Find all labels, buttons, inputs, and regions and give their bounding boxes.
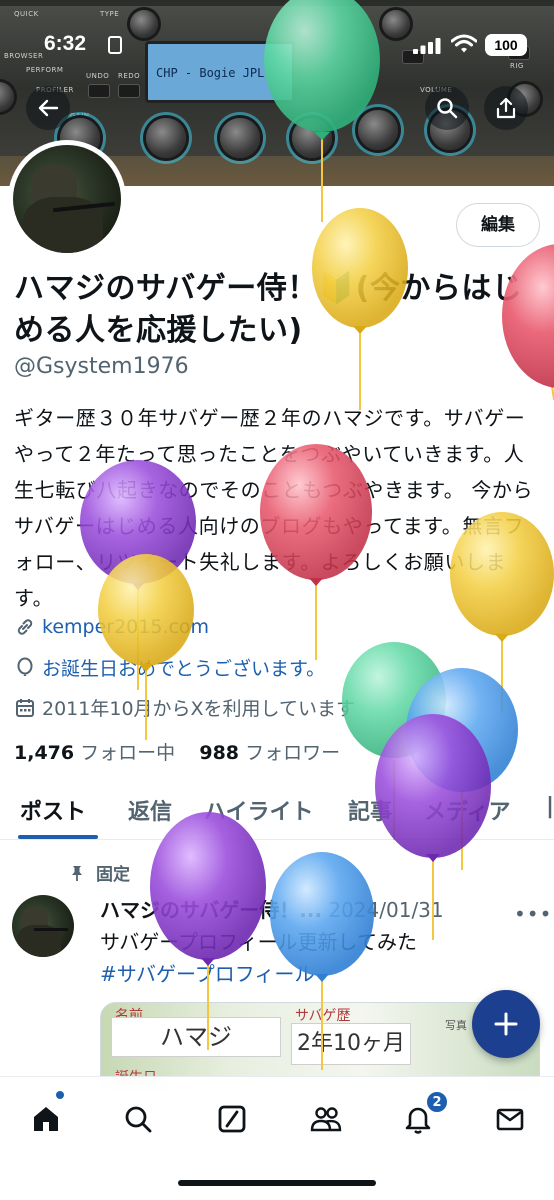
profile-name: ハマジのサバゲー侍！🔰(今からはじめる人を応援したい) <box>14 271 523 348</box>
signal-icon <box>413 38 441 54</box>
home-icon <box>34 1107 58 1131</box>
grok-icon <box>218 1105 246 1133</box>
nav-search[interactable] <box>118 1099 158 1139</box>
tab-replies[interactable]: 返信 <box>128 794 172 826</box>
following-count: 1,476 <box>14 742 75 764</box>
arrow-left-icon <box>38 99 59 117</box>
search-icon <box>437 98 458 119</box>
following-label: フォロー中 <box>80 742 176 764</box>
edit-profile-button[interactable]: 編集 <box>456 203 540 247</box>
share-button[interactable] <box>484 86 528 130</box>
following-link[interactable]: 1,476 フォロー中 <box>14 742 175 764</box>
post-header: ハマジのサバゲー侍！... 2024/01/31 <box>100 894 540 923</box>
compose-button[interactable] <box>472 990 540 1058</box>
amp-knob <box>146 118 186 158</box>
balloon-icon <box>17 657 33 676</box>
battery-icon: 100 <box>485 34 527 56</box>
joined-text: 2011年10月からXを利用しています <box>42 698 355 720</box>
amp-knob <box>358 110 398 150</box>
tab-media[interactable]: メディア <box>424 794 510 826</box>
more-options-icon[interactable]: ••• <box>514 902 552 926</box>
amp-display-text: CHP - Bogie JPL <box>156 66 265 80</box>
communities-icon <box>310 1107 342 1132</box>
followers-label: フォロワー <box>245 742 341 764</box>
amp-label-undo: UNDO <box>86 72 110 80</box>
amp-label-type: TYPE <box>100 10 120 18</box>
pinned-label-row: 固定 <box>68 860 130 885</box>
amp-button <box>118 84 140 98</box>
tab-indicator <box>18 835 98 839</box>
nav-messages[interactable] <box>490 1099 530 1139</box>
nav-home[interactable] <box>26 1099 66 1139</box>
status-time: 6:32 <box>44 32 87 55</box>
home-indicator <box>178 1180 376 1186</box>
avatar-image <box>12 895 74 957</box>
followers-link[interactable]: 988 フォロワー <box>199 742 340 764</box>
followers-count: 988 <box>199 742 240 764</box>
status-bar: 6:32 100 <box>0 26 554 66</box>
amp-label-redo: REDO <box>118 72 141 80</box>
card-name-value: ハマジ <box>111 1017 281 1057</box>
profile-handle: @Gsystem1976 <box>14 354 189 379</box>
search-button[interactable] <box>425 86 469 130</box>
pinned-label: 固定 <box>96 865 130 885</box>
post-date: 2024/01/31 <box>328 898 444 922</box>
tab-posts[interactable]: ポスト <box>20 794 86 826</box>
link-icon <box>17 619 33 635</box>
wifi-icon <box>451 34 477 53</box>
post-text: サバゲープロフィール更新してみた <box>100 930 417 954</box>
amp-label-perform: PERFORM <box>26 66 64 74</box>
joined-row: 2011年10月からXを利用しています <box>14 694 355 721</box>
card-history-value: 2年10ヶ月 <box>291 1023 411 1065</box>
amp-button <box>88 84 110 98</box>
post-author[interactable]: ハマジのサバゲー侍！... <box>100 898 322 922</box>
person-icon <box>108 36 122 54</box>
post-hashtag[interactable]: #サバゲープロフィール <box>100 958 314 990</box>
profile-bio: ギター歴３０年サバゲー歴２年のハマジです。サバゲーやって２年たって思ったことをつ… <box>14 406 534 610</box>
profile-tabs: ポスト 返信 ハイライト 記事 メディア | <box>0 780 554 840</box>
back-button[interactable] <box>26 86 70 130</box>
share-icon <box>496 97 516 119</box>
plus-icon <box>494 1012 518 1036</box>
pin-icon <box>72 865 82 881</box>
website-row: kemper2015.com <box>14 616 209 638</box>
card-history-label: サバゲ歴 <box>295 1008 351 1024</box>
search-icon <box>125 1106 152 1133</box>
birthday-row: お誕生日おめでとうございます。 <box>14 654 325 681</box>
profile-avatar[interactable] <box>8 140 126 258</box>
amp-knob <box>0 82 14 112</box>
avatar-rifle <box>34 928 68 931</box>
nav-communities[interactable] <box>306 1099 346 1139</box>
amp-knob <box>292 118 332 158</box>
nav-grok[interactable] <box>212 1099 252 1139</box>
follow-stats: 1,476 フォロー中 988 フォロワー <box>14 738 340 765</box>
calendar-icon <box>16 698 34 717</box>
card-photo-label: 写真 <box>445 1019 467 1032</box>
amp-label-quick: QUICK <box>14 10 39 18</box>
mail-icon <box>496 1108 524 1131</box>
tab-overflow[interactable]: | <box>546 794 554 819</box>
birthday-text: お誕生日おめでとうございます。 <box>42 658 326 680</box>
notification-badge: 2 <box>426 1091 448 1113</box>
amp-knob <box>220 118 260 158</box>
tab-articles[interactable]: 記事 <box>348 794 392 826</box>
post-avatar[interactable] <box>12 895 74 957</box>
avatar-image <box>13 145 121 253</box>
home-unread-dot <box>56 1091 64 1099</box>
website-link[interactable]: kemper2015.com <box>42 616 209 638</box>
tab-highlights[interactable]: ハイライト <box>204 794 314 826</box>
